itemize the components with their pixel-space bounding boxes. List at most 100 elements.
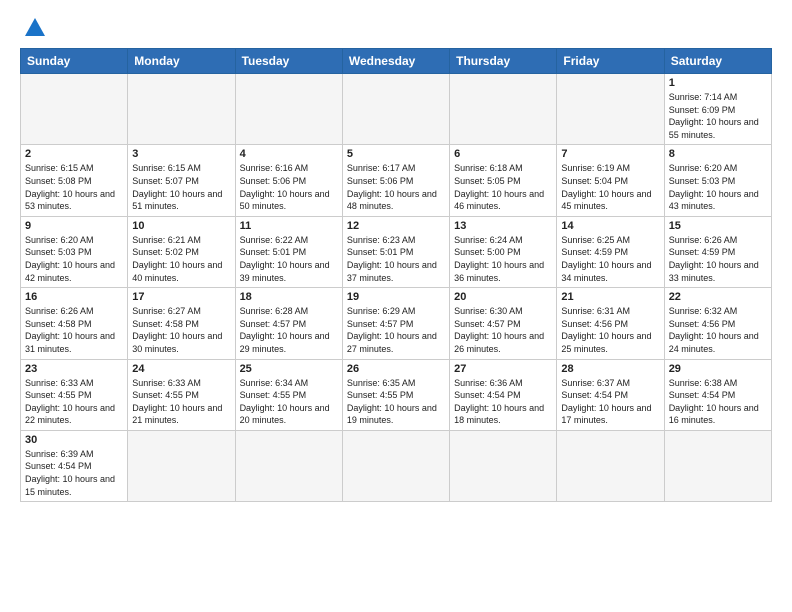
calendar-dow-wednesday: Wednesday: [342, 49, 449, 74]
day-info: Sunrise: 6:17 AM Sunset: 5:06 PM Dayligh…: [347, 162, 445, 212]
day-number: 19: [347, 291, 445, 303]
calendar-dow-sunday: Sunday: [21, 49, 128, 74]
day-info: Sunrise: 6:15 AM Sunset: 5:07 PM Dayligh…: [132, 162, 230, 212]
day-number: 4: [240, 148, 338, 160]
calendar-cell: 17 Sunrise: 6:27 AM Sunset: 4:58 PM Dayli…: [128, 288, 235, 359]
calendar-cell: 20Sunrise: 6:30 AM Sunset: 4:57 PM Dayli…: [450, 288, 557, 359]
calendar-cell: 19Sunrise: 6:29 AM Sunset: 4:57 PM Dayli…: [342, 288, 449, 359]
day-info: Sunrise: 6:38 AM Sunset: 4:54 PM Dayligh…: [669, 377, 767, 427]
calendar-cell: 12Sunrise: 6:23 AM Sunset: 5:01 PM Dayli…: [342, 216, 449, 287]
calendar-cell: [664, 430, 771, 501]
day-info: Sunrise: 6:36 AM Sunset: 4:54 PM Dayligh…: [454, 377, 552, 427]
header: [20, 16, 772, 38]
calendar-cell: 10Sunrise: 6:21 AM Sunset: 5:02 PM Dayli…: [128, 216, 235, 287]
calendar-header-row: SundayMondayTuesdayWednesdayThursdayFrid…: [21, 49, 772, 74]
calendar-cell: 16 Sunrise: 6:26 AM Sunset: 4:58 PM Dayli…: [21, 288, 128, 359]
calendar-week-2: 2 Sunrise: 6:15 AM Sunset: 5:08 PM Daylig…: [21, 145, 772, 216]
calendar-cell: 29 Sunrise: 6:38 AM Sunset: 4:54 PM Dayli…: [664, 359, 771, 430]
day-number: 9: [25, 220, 123, 232]
calendar-cell: [21, 74, 128, 145]
calendar-cell: 14 Sunrise: 6:25 AM Sunset: 4:59 PM Dayli…: [557, 216, 664, 287]
calendar-cell: [128, 74, 235, 145]
day-number: 14: [561, 220, 659, 232]
day-info: Sunrise: 6:39 AM Sunset: 4:54 PM Dayligh…: [25, 448, 123, 498]
day-info: Sunrise: 6:31 AM Sunset: 4:56 PM Dayligh…: [561, 305, 659, 355]
calendar-cell: 26Sunrise: 6:35 AM Sunset: 4:55 PM Dayli…: [342, 359, 449, 430]
day-number: 10: [132, 220, 230, 232]
calendar-dow-saturday: Saturday: [664, 49, 771, 74]
calendar-week-6: 30Sunrise: 6:39 AM Sunset: 4:54 PM Dayli…: [21, 430, 772, 501]
day-info: Sunrise: 6:19 AM Sunset: 5:04 PM Dayligh…: [561, 162, 659, 212]
day-info: Sunrise: 7:14 AM Sunset: 6:09 PM Dayligh…: [669, 91, 767, 141]
logo: [20, 16, 46, 38]
calendar-cell: 6 Sunrise: 6:18 AM Sunset: 5:05 PM Daylig…: [450, 145, 557, 216]
calendar-cell: 7 Sunrise: 6:19 AM Sunset: 5:04 PM Daylig…: [557, 145, 664, 216]
day-info: Sunrise: 6:26 AM Sunset: 4:59 PM Dayligh…: [669, 234, 767, 284]
logo-triangle-icon: [24, 16, 46, 38]
calendar-cell: 21 Sunrise: 6:31 AM Sunset: 4:56 PM Dayli…: [557, 288, 664, 359]
calendar-cell: 4 Sunrise: 6:16 AM Sunset: 5:06 PM Daylig…: [235, 145, 342, 216]
calendar-cell: 25 Sunrise: 6:34 AM Sunset: 4:55 PM Dayli…: [235, 359, 342, 430]
day-info: Sunrise: 6:16 AM Sunset: 5:06 PM Dayligh…: [240, 162, 338, 212]
day-info: Sunrise: 6:24 AM Sunset: 5:00 PM Dayligh…: [454, 234, 552, 284]
day-number: 27: [454, 363, 552, 375]
calendar-cell: 11Sunrise: 6:22 AM Sunset: 5:01 PM Dayli…: [235, 216, 342, 287]
calendar-dow-tuesday: Tuesday: [235, 49, 342, 74]
calendar-cell: [557, 430, 664, 501]
day-info: Sunrise: 6:37 AM Sunset: 4:54 PM Dayligh…: [561, 377, 659, 427]
calendar-cell: [557, 74, 664, 145]
calendar-cell: 18Sunrise: 6:28 AM Sunset: 4:57 PM Dayli…: [235, 288, 342, 359]
day-info: Sunrise: 6:30 AM Sunset: 4:57 PM Dayligh…: [454, 305, 552, 355]
day-info: Sunrise: 6:34 AM Sunset: 4:55 PM Dayligh…: [240, 377, 338, 427]
day-number: 18: [240, 291, 338, 303]
day-number: 15: [669, 220, 767, 232]
day-number: 6: [454, 148, 552, 160]
day-info: Sunrise: 6:25 AM Sunset: 4:59 PM Dayligh…: [561, 234, 659, 284]
calendar-cell: [450, 74, 557, 145]
day-number: 13: [454, 220, 552, 232]
page: SundayMondayTuesdayWednesdayThursdayFrid…: [0, 0, 792, 512]
day-info: Sunrise: 6:20 AM Sunset: 5:03 PM Dayligh…: [25, 234, 123, 284]
day-number: 2: [25, 148, 123, 160]
calendar-cell: 9 Sunrise: 6:20 AM Sunset: 5:03 PM Daylig…: [21, 216, 128, 287]
calendar-dow-monday: Monday: [128, 49, 235, 74]
day-number: 1: [669, 77, 767, 89]
day-info: Sunrise: 6:33 AM Sunset: 4:55 PM Dayligh…: [25, 377, 123, 427]
day-info: Sunrise: 6:15 AM Sunset: 5:08 PM Dayligh…: [25, 162, 123, 212]
day-info: Sunrise: 6:23 AM Sunset: 5:01 PM Dayligh…: [347, 234, 445, 284]
calendar-week-3: 9 Sunrise: 6:20 AM Sunset: 5:03 PM Daylig…: [21, 216, 772, 287]
calendar-cell: 3Sunrise: 6:15 AM Sunset: 5:07 PM Daylig…: [128, 145, 235, 216]
calendar-cell: 15 Sunrise: 6:26 AM Sunset: 4:59 PM Dayli…: [664, 216, 771, 287]
calendar-cell: 5 Sunrise: 6:17 AM Sunset: 5:06 PM Daylig…: [342, 145, 449, 216]
day-number: 16: [25, 291, 123, 303]
day-info: Sunrise: 6:35 AM Sunset: 4:55 PM Dayligh…: [347, 377, 445, 427]
day-number: 22: [669, 291, 767, 303]
calendar-dow-friday: Friday: [557, 49, 664, 74]
day-number: 17: [132, 291, 230, 303]
day-number: 28: [561, 363, 659, 375]
calendar-week-4: 16 Sunrise: 6:26 AM Sunset: 4:58 PM Dayli…: [21, 288, 772, 359]
calendar-dow-thursday: Thursday: [450, 49, 557, 74]
calendar-cell: [128, 430, 235, 501]
day-info: Sunrise: 6:26 AM Sunset: 4:58 PM Dayligh…: [25, 305, 123, 355]
day-info: Sunrise: 6:27 AM Sunset: 4:58 PM Dayligh…: [132, 305, 230, 355]
day-number: 7: [561, 148, 659, 160]
day-info: Sunrise: 6:22 AM Sunset: 5:01 PM Dayligh…: [240, 234, 338, 284]
calendar-cell: 8Sunrise: 6:20 AM Sunset: 5:03 PM Daylig…: [664, 145, 771, 216]
calendar-week-5: 23 Sunrise: 6:33 AM Sunset: 4:55 PM Dayli…: [21, 359, 772, 430]
calendar-cell: 2 Sunrise: 6:15 AM Sunset: 5:08 PM Daylig…: [21, 145, 128, 216]
calendar-cell: 28 Sunrise: 6:37 AM Sunset: 4:54 PM Dayli…: [557, 359, 664, 430]
day-number: 5: [347, 148, 445, 160]
day-info: Sunrise: 6:18 AM Sunset: 5:05 PM Dayligh…: [454, 162, 552, 212]
day-number: 21: [561, 291, 659, 303]
day-number: 29: [669, 363, 767, 375]
calendar-cell: 22 Sunrise: 6:32 AM Sunset: 4:56 PM Dayli…: [664, 288, 771, 359]
day-info: Sunrise: 6:32 AM Sunset: 4:56 PM Dayligh…: [669, 305, 767, 355]
day-number: 23: [25, 363, 123, 375]
calendar-table: SundayMondayTuesdayWednesdayThursdayFrid…: [20, 48, 772, 502]
calendar-cell: 27 Sunrise: 6:36 AM Sunset: 4:54 PM Dayli…: [450, 359, 557, 430]
calendar-cell: 13 Sunrise: 6:24 AM Sunset: 5:00 PM Dayli…: [450, 216, 557, 287]
day-number: 25: [240, 363, 338, 375]
calendar-cell: [450, 430, 557, 501]
day-number: 8: [669, 148, 767, 160]
